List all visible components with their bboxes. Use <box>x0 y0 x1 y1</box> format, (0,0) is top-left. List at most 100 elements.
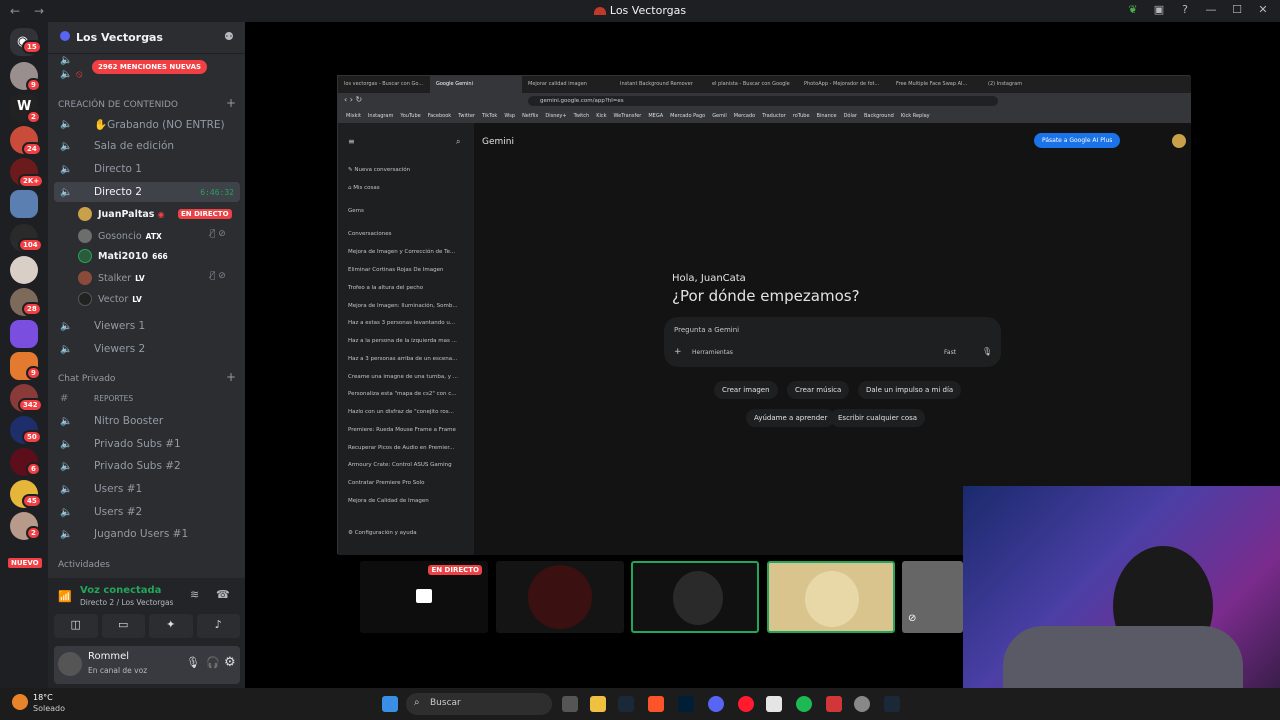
history-item[interactable]: Mejora de Calidad de Imagen <box>348 498 429 504</box>
steam-icon[interactable] <box>618 696 634 712</box>
maximize-icon[interactable]: ☐ <box>1230 3 1244 17</box>
microphone-icon[interactable]: 🎙 <box>186 656 200 669</box>
channel-viewers-1[interactable]: 🔈 Viewers 1 <box>54 316 240 336</box>
browser-tab[interactable]: Free Multiple Face Swap AI... <box>890 76 982 93</box>
brave-icon[interactable] <box>648 696 664 712</box>
server-icon[interactable] <box>10 320 38 348</box>
add-channel-icon[interactable]: + <box>226 96 236 110</box>
bookmark[interactable]: Dólar <box>844 113 857 119</box>
bookmark[interactable]: Twitch <box>574 113 590 119</box>
leaf-icon[interactable]: ❦ <box>1126 3 1140 17</box>
bookmark[interactable]: Kick Replay <box>901 113 930 119</box>
discord-icon[interactable] <box>708 696 724 712</box>
history-item[interactable]: Hazlo con un disfraz de "conejito ros... <box>348 409 454 415</box>
channel-directo-1[interactable]: 🔈 Directo 1 <box>54 159 240 179</box>
menu-icon[interactable]: ≡ <box>348 137 355 146</box>
my-stuff-button[interactable]: ⌂ Mis cosas <box>348 185 380 191</box>
mentions-pill[interactable]: 2962 MENCIONES NUEVAS <box>92 60 208 74</box>
headphones-icon[interactable]: 🎧 <box>206 656 220 669</box>
file-explorer-icon[interactable] <box>590 696 606 712</box>
photoshop-icon[interactable] <box>678 696 694 712</box>
avatar[interactable] <box>1172 134 1186 148</box>
channel-sala-edicion[interactable]: 🔈 Sala de edición <box>54 136 240 156</box>
upgrade-button[interactable]: Pásate a Google AI Plus <box>1034 133 1121 148</box>
voice-user[interactable]: Stalker LV <box>78 268 145 288</box>
channel-nitro-booster[interactable]: 🔈 Nitro Booster <box>54 411 240 431</box>
settings-gear-icon[interactable]: ⚙ <box>224 655 236 670</box>
minimize-icon[interactable]: — <box>1204 3 1218 17</box>
screen-share-icon[interactable]: ▭ <box>101 614 145 638</box>
participant-tile[interactable] <box>767 561 895 633</box>
bookmark[interactable]: Netflix <box>522 113 538 119</box>
participant-tile[interactable] <box>631 561 759 633</box>
browser-tab[interactable]: los vectorgas - Buscar con Go... <box>338 76 430 93</box>
browser-tab[interactable]: Mejorar calidad imagen <box>522 76 614 93</box>
voice-status[interactable]: Voz conectada <box>80 585 161 596</box>
task-view-icon[interactable] <box>562 696 578 712</box>
obs-icon[interactable] <box>854 696 870 712</box>
notepad-icon[interactable] <box>766 696 782 712</box>
bookmark[interactable]: Background <box>864 113 894 119</box>
soundboard-icon[interactable]: ♪ <box>196 614 240 638</box>
history-item[interactable]: Haz a 3 personas arriba de un escena... <box>348 356 457 362</box>
bookmark[interactable]: WeTransfer <box>614 113 642 119</box>
suggestion-chip[interactable]: Dale un impulso a mi día <box>858 381 962 399</box>
suggestion-chip[interactable]: Escribir cualquier cosa <box>830 409 926 427</box>
category-private[interactable]: Chat Privado <box>58 374 115 384</box>
channel-privado-subs-1[interactable]: 🔈 Privado Subs #1 <box>54 434 240 454</box>
add-channel-icon[interactable]: + <box>226 370 236 384</box>
opera-icon[interactable] <box>738 696 754 712</box>
channel-directo-2[interactable]: 🔈 Directo 2 6:46:32 <box>54 182 240 202</box>
settings-button[interactable]: ⚙ Configuración y ayuda <box>348 530 417 536</box>
history-item[interactable]: Trofeo a la altura del pecho <box>348 285 423 291</box>
weather-icon[interactable] <box>12 694 28 710</box>
valorant-icon[interactable] <box>826 696 842 712</box>
shared-browser-window[interactable]: los vectorgas - Buscar con Go... Google … <box>337 75 1191 555</box>
mode-selector[interactable]: Fast <box>944 349 956 356</box>
channel-privado-subs-2[interactable]: 🔈 Privado Subs #2 <box>54 456 240 476</box>
channel-users-2[interactable]: 🔈 Users #2 <box>54 502 240 522</box>
url-field[interactable]: gemini.google.com/app?hl=es <box>528 96 998 106</box>
channel-jugando-users-1[interactable]: 🔈 Jugando Users #1 <box>54 524 240 544</box>
history-item[interactable]: Personaliza esta "mapa de cs2" con c... <box>348 391 457 397</box>
stream-thumbnail[interactable]: EN DIRECTO <box>360 561 488 633</box>
history-item[interactable]: Contratar Premiere Pro Solo <box>348 480 425 486</box>
new-chat-button[interactable]: ✎ Nueva conversación <box>348 167 410 173</box>
noise-suppression-icon[interactable]: ≋ <box>190 588 199 601</box>
add-icon[interactable]: + <box>674 347 682 357</box>
browser-tab[interactable]: (2) Instagram <box>982 76 1074 93</box>
history-item[interactable]: Creame una imagne de una tumba, y ... <box>348 374 458 380</box>
channel-grabando[interactable]: 🔈 ✋Grabando (NO ENTRE) <box>54 114 240 134</box>
category-activities[interactable]: Actividades <box>58 560 110 570</box>
participant-tile[interactable]: ⊘ <box>902 561 963 633</box>
suggestion-chip[interactable]: Crear música <box>787 381 850 399</box>
browser-tab[interactable]: Instant Background Remover <box>614 76 706 93</box>
bookmark[interactable]: Binance <box>817 113 837 119</box>
help-icon[interactable]: ? <box>1178 3 1192 17</box>
bookmark[interactable]: TikTok <box>482 113 497 119</box>
history-item[interactable]: Recuperar Picos de Audio en Premier... <box>348 445 454 451</box>
bookmark[interactable]: Disney+ <box>545 113 566 119</box>
bookmark[interactable]: Kick <box>596 113 606 119</box>
bookmark[interactable]: MEGA <box>648 113 663 119</box>
bookmark[interactable]: Mercado <box>734 113 755 119</box>
history-item[interactable]: Haz a la persona de la izquierda mas ... <box>348 338 457 344</box>
voice-user[interactable]: Mati2010 666 <box>78 246 168 266</box>
search-icon[interactable]: ⌕ <box>456 137 460 147</box>
bookmark[interactable]: Mixkit <box>346 113 361 119</box>
disconnect-icon[interactable]: ☎ <box>216 588 230 601</box>
back-icon[interactable]: ‹ › ↻ <box>344 95 362 104</box>
prompt-input[interactable]: Pregunta a Gemini + Herramientas Fast 🎙 <box>664 317 1001 367</box>
close-icon[interactable]: ✕ <box>1256 3 1270 17</box>
channel-viewers-2[interactable]: 🔈 Viewers 2 <box>54 339 240 359</box>
browser-tab[interactable]: Google Gemini <box>430 76 522 93</box>
participant-tile[interactable] <box>496 561 624 633</box>
bookmark[interactable]: Twitter <box>458 113 475 119</box>
voice-user[interactable]: Vector LV <box>78 289 142 309</box>
bookmark[interactable]: Traductor <box>762 113 786 119</box>
bookmark[interactable]: Wsp <box>504 113 515 119</box>
avatar[interactable] <box>58 652 82 676</box>
bookmark[interactable]: Facebook <box>428 113 452 119</box>
suggestion-chip[interactable]: Ayúdame a aprender <box>746 409 836 427</box>
bookmark[interactable]: Mercado Pago <box>670 113 705 119</box>
